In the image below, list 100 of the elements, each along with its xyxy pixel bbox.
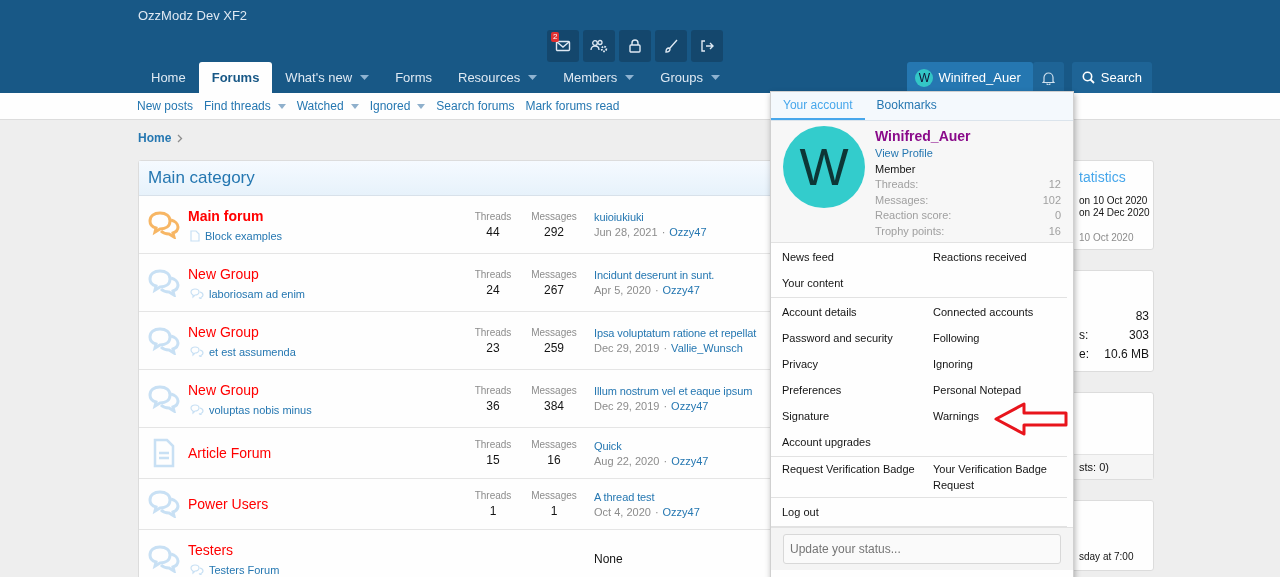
people-button[interactable] <box>583 30 615 62</box>
stat-value: 10.6 MB <box>1104 346 1149 363</box>
stat-label: Messages <box>531 326 577 338</box>
card-text: on 10 Oct 2020 <box>1079 195 1149 206</box>
menu-link[interactable]: Reactions received <box>933 244 1061 270</box>
separator-dot: · <box>663 342 668 354</box>
menu-link[interactable]: Privacy <box>782 351 933 377</box>
forum-title[interactable]: Article Forum <box>188 445 464 461</box>
subforum-link[interactable]: laboriosam ad enim <box>190 287 464 300</box>
nav-tab[interactable]: Forums <box>198 62 273 93</box>
logout-icon <box>699 38 715 54</box>
separator-dot: · <box>663 400 668 412</box>
menu-link[interactable]: Preferences <box>782 377 933 403</box>
separator-dot: · <box>654 505 659 518</box>
card-footer-text: 10 Oct 2020 <box>1079 232 1134 243</box>
nav-tab[interactable]: Members <box>550 62 648 93</box>
message-count: 1 <box>550 504 558 518</box>
username-link[interactable]: Ozzy47 <box>671 454 709 467</box>
forum-title[interactable]: New Group <box>188 323 464 340</box>
menu-link[interactable]: Ignoring <box>933 351 1061 377</box>
search-button[interactable]: Search <box>1071 62 1152 93</box>
stat-value: 303 <box>1128 327 1149 344</box>
nav-tab[interactable]: Forms <box>382 62 445 93</box>
category-title[interactable]: Main category <box>148 168 255 188</box>
forum-title[interactable]: New Group <box>188 265 464 282</box>
subnav-link[interactable]: New posts <box>137 99 194 113</box>
username-link[interactable]: Ozzy47 <box>662 284 700 296</box>
lock-button[interactable] <box>619 30 651 62</box>
username-link[interactable]: Ozzy47 <box>671 400 709 412</box>
nav-tab[interactable]: Resources <box>445 62 551 93</box>
forum-title[interactable]: Power Users <box>188 496 464 512</box>
status-input[interactable]: Update your status... <box>783 534 1061 564</box>
avatar[interactable]: W <box>783 126 865 208</box>
nav-tab[interactable]: Groups <box>647 62 733 93</box>
stat-label: Threads <box>474 384 512 396</box>
thread-count: 1 <box>489 504 497 518</box>
breadcrumb-link[interactable]: Home <box>138 131 172 145</box>
menu-link[interactable]: Account upgrades <box>782 429 933 455</box>
forum-title[interactable]: Testers <box>188 541 464 558</box>
forum-title[interactable]: Main forum <box>188 207 464 224</box>
latest-date: Oct 4, 2020 <box>594 505 651 518</box>
menu-link[interactable]: Request Verification Badge <box>782 458 933 496</box>
message-count: 292 <box>544 224 564 239</box>
stat-value: 83 <box>1135 308 1149 325</box>
card-text: sday at 7:00 <box>1079 551 1135 562</box>
nav-tab[interactable]: What's new <box>272 62 383 93</box>
stat-label: e: <box>1079 346 1089 363</box>
subnav-link[interactable]: Ignored <box>369 99 426 113</box>
username-link[interactable]: Vallie_Wunsch <box>671 342 743 354</box>
stat-label: Trophy points: <box>875 223 945 239</box>
stat-label: Messages <box>531 384 577 396</box>
menu-link[interactable]: Following <box>933 325 1061 351</box>
menu-link[interactable]: Warnings <box>933 403 1061 429</box>
nav-tab[interactable]: Home <box>138 62 199 93</box>
subforum-link[interactable]: voluptas nobis minus <box>190 403 464 416</box>
lock-icon <box>628 38 642 54</box>
menu-link[interactable]: Personal Notepad <box>933 377 1061 403</box>
menu-link[interactable]: Account details <box>782 299 933 325</box>
user-menu-button[interactable]: W Winifred_Auer <box>907 62 1033 93</box>
subnav-link[interactable]: Watched <box>296 99 359 113</box>
menu-link[interactable]: Signature <box>782 403 933 429</box>
chat-bubbles-icon <box>190 346 204 357</box>
brush-button[interactable] <box>655 30 687 62</box>
menu-link[interactable]: Your Verification Badge Request <box>933 458 1061 496</box>
thread-count: 36 <box>486 398 500 413</box>
subforum-link[interactable]: Block examples <box>190 229 464 242</box>
site-title[interactable]: OzzModz Dev XF2 <box>138 0 1152 30</box>
user-title: Member <box>875 161 917 177</box>
stat-value: 0 <box>1054 208 1061 223</box>
subnav-link[interactable]: Search forums <box>436 99 515 113</box>
username-link[interactable]: Winifred_Auer <box>875 126 1061 146</box>
stat-label: Threads <box>474 439 512 450</box>
stat-label: Messages <box>531 439 577 450</box>
subforum-link[interactable]: et est assumenda <box>190 345 464 358</box>
menu-tab[interactable]: Bookmarks <box>864 92 949 120</box>
stat-label: Threads <box>474 490 512 501</box>
forum-title[interactable]: New Group <box>188 381 464 398</box>
subnav-link[interactable]: Mark forums read <box>525 99 620 113</box>
subnav-link[interactable]: Find threads <box>204 99 286 113</box>
latest-date: Dec 29, 2019 <box>594 400 660 412</box>
arrow-annotation-icon <box>994 401 1068 437</box>
subforum-link[interactable]: Testers Forum <box>190 563 464 576</box>
view-profile-link[interactable]: View Profile <box>875 146 1061 162</box>
stat-label: Threads: <box>875 177 919 192</box>
username-link[interactable]: Ozzy47 <box>669 226 707 238</box>
menu-link[interactable]: Connected accounts <box>933 299 1061 325</box>
mail-button[interactable]: 2 <box>547 30 579 62</box>
separator-dot: · <box>654 284 659 296</box>
username-link[interactable]: Ozzy47 <box>662 505 700 518</box>
message-count: 384 <box>544 398 564 413</box>
brush-icon <box>663 38 679 54</box>
menu-link[interactable]: Password and security <box>782 325 933 351</box>
stat-value: 12 <box>1048 177 1061 192</box>
stat-value: 16 <box>1048 223 1061 239</box>
chat-bubbles-icon <box>190 404 204 415</box>
menu-link[interactable]: Log out <box>782 499 933 525</box>
menu-link[interactable]: Your content <box>782 270 933 296</box>
menu-link[interactable]: News feed <box>782 244 933 270</box>
exit-button[interactable] <box>691 30 723 62</box>
chevron-icon <box>177 133 184 143</box>
